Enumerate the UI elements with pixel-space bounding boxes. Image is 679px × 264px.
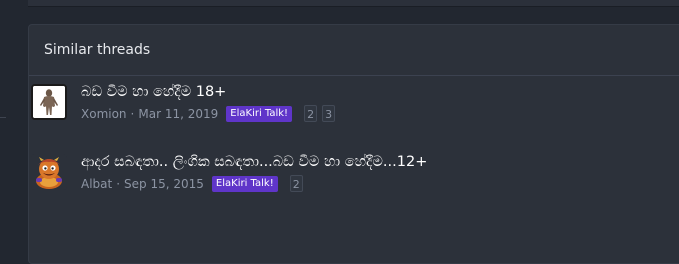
thread-item: ආදර සබඳතා.. ලිංගික සබඳතා...බඩ වීම හා හේද… (31, 152, 427, 192)
divider (0, 117, 6, 118)
author-link[interactable]: Xomion (81, 107, 127, 121)
panel-header: Similar threads (29, 25, 679, 76)
thread-item: බඩ වීම හා හේදීම 18+ Xomion · Mar 11, 201… (31, 82, 336, 122)
similar-threads-panel: Similar threads (28, 24, 679, 264)
thread-meta: Xomion · Mar 11, 2019 ElaKiri Talk! 2 3 (81, 105, 336, 122)
xomion-avatar[interactable] (31, 84, 67, 120)
prefix-badge[interactable]: ElaKiri Talk! (211, 175, 278, 192)
author-link[interactable]: Albat (81, 177, 112, 191)
previous-block (28, 0, 679, 7)
meta-separator: · (130, 106, 135, 121)
thread-title-link[interactable]: බඩ වීම හා හේදීම 18+ (81, 82, 335, 102)
meta-separator: · (116, 176, 121, 191)
thread-meta: Albat · Sep 15, 2015 ElaKiri Talk! 2 (81, 175, 427, 192)
panel-title: Similar threads (44, 42, 151, 58)
page-link-2[interactable]: 2 (304, 105, 318, 122)
avatar-image (31, 154, 67, 190)
thread-date[interactable]: Sep 15, 2015 (124, 177, 204, 191)
page-link-3[interactable]: 3 (322, 105, 336, 122)
thread-title-link[interactable]: ආදර සබඳතා.. ලිංගික සබඳතා...බඩ වීම හා හේද… (81, 152, 427, 172)
page-link-2[interactable]: 2 (289, 175, 303, 192)
thread-date[interactable]: Mar 11, 2019 (138, 107, 218, 121)
avatar-image (33, 86, 65, 118)
prefix-badge[interactable]: ElaKiri Talk! (226, 105, 293, 122)
albat-avatar[interactable] (31, 154, 67, 190)
